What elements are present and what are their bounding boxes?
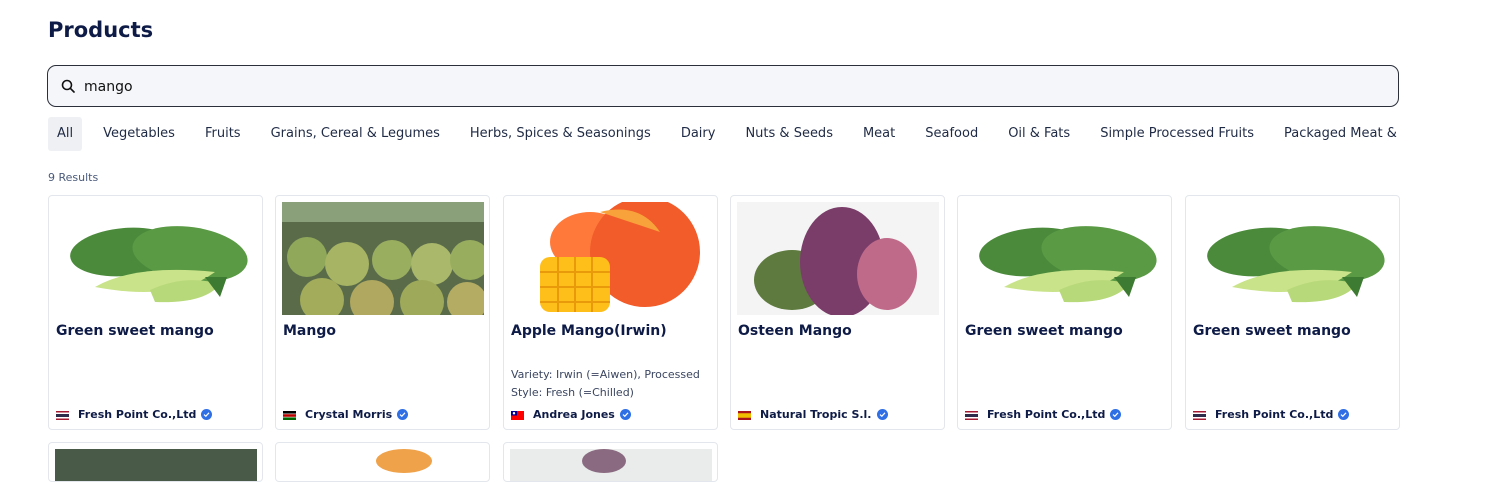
category-tab[interactable]: Meat (854, 117, 904, 151)
thailand-flag-icon (1193, 410, 1206, 420)
product-card-partial[interactable] (275, 442, 490, 482)
product-image (510, 449, 712, 481)
seller-info[interactable]: Andrea Jones (511, 408, 631, 421)
verified-badge-icon (201, 409, 213, 420)
product-card[interactable]: Green sweet mango Fresh Point Co.,Ltd (1185, 195, 1400, 430)
category-tab[interactable]: Fruits (196, 117, 250, 151)
category-tab[interactable]: Dairy (672, 117, 725, 151)
seller-info[interactable]: Fresh Point Co.,Ltd (965, 408, 1122, 421)
seller-name[interactable]: Fresh Point Co.,Ltd (987, 408, 1105, 421)
seller-name[interactable]: Andrea Jones (533, 408, 615, 421)
verified-badge-icon (619, 409, 631, 420)
search-icon (61, 79, 75, 93)
page-title: Products (48, 18, 154, 42)
category-tab[interactable]: Vegetables (94, 117, 184, 151)
product-name[interactable]: Osteen Mango (738, 323, 852, 339)
seller-info[interactable]: Natural Tropic S.l. (738, 408, 888, 421)
seller-name[interactable]: Fresh Point Co.,Ltd (1215, 408, 1333, 421)
category-tab[interactable]: All (48, 117, 83, 151)
thailand-flag-icon (965, 410, 978, 420)
product-name[interactable]: Green sweet mango (56, 323, 214, 339)
category-tab[interactable]: Herbs, Spices & Seasonings (461, 117, 660, 151)
category-tab[interactable]: Simple Processed Fruits (1091, 117, 1263, 151)
results-count: 9 Results (48, 171, 99, 184)
seller-info[interactable]: Fresh Point Co.,Ltd (56, 408, 213, 421)
category-tab[interactable]: Grains, Cereal & Legumes (262, 117, 449, 151)
product-image[interactable] (1192, 202, 1394, 315)
product-image[interactable] (510, 202, 712, 315)
search-input[interactable] (82, 75, 1386, 99)
verified-badge-icon (1338, 409, 1350, 420)
product-card[interactable]: Osteen Mango Natural Tropic S.l. (730, 195, 945, 430)
product-card[interactable]: Apple Mango(Irwin) Variety: Irwin (=Aiwen… (503, 195, 718, 430)
product-card[interactable]: Green sweet mango Fresh Point Co.,Ltd (957, 195, 1172, 430)
category-tabs: All Vegetables Fruits Grains, Cereal & Legu… (48, 117, 1400, 151)
seller-name[interactable]: Natural Tropic S.l. (760, 408, 872, 421)
product-image[interactable] (282, 202, 484, 315)
product-card-partial[interactable] (48, 442, 263, 482)
taiwan-flag-icon (511, 410, 524, 420)
product-card-partial[interactable] (503, 442, 718, 482)
category-tab[interactable]: Oil & Fats (999, 117, 1079, 151)
seller-info[interactable]: Fresh Point Co.,Ltd (1193, 408, 1350, 421)
seller-info[interactable]: Crystal Morris (283, 408, 409, 421)
product-image[interactable] (55, 202, 257, 315)
verified-badge-icon (876, 409, 888, 420)
product-card[interactable]: Green sweet mango Fresh Point Co.,Ltd (48, 195, 263, 430)
product-name[interactable]: Mango (283, 323, 336, 339)
product-image[interactable] (964, 202, 1166, 315)
product-image[interactable] (737, 202, 939, 315)
product-image (376, 449, 432, 473)
category-tab[interactable]: Packaged Meat & Seafood (1275, 117, 1400, 151)
seller-name[interactable]: Crystal Morris (305, 408, 392, 421)
product-name[interactable]: Apple Mango(Irwin) (511, 323, 667, 339)
product-name[interactable]: Green sweet mango (965, 323, 1123, 339)
spain-flag-icon (738, 410, 751, 420)
seller-name[interactable]: Fresh Point Co.,Ltd (78, 408, 196, 421)
verified-badge-icon (1110, 409, 1122, 420)
kenya-flag-icon (283, 410, 296, 420)
product-card[interactable]: Mango Crystal Morris (275, 195, 490, 430)
verified-badge-icon (397, 409, 409, 420)
product-image (55, 449, 257, 481)
category-tab[interactable]: Seafood (916, 117, 987, 151)
search-bar[interactable] (47, 65, 1399, 107)
thailand-flag-icon (56, 410, 69, 420)
product-description: Variety: Irwin (=Aiwen), Processed Style… (511, 368, 700, 399)
category-tab[interactable]: Nuts & Seeds (736, 117, 842, 151)
product-name[interactable]: Green sweet mango (1193, 323, 1351, 339)
